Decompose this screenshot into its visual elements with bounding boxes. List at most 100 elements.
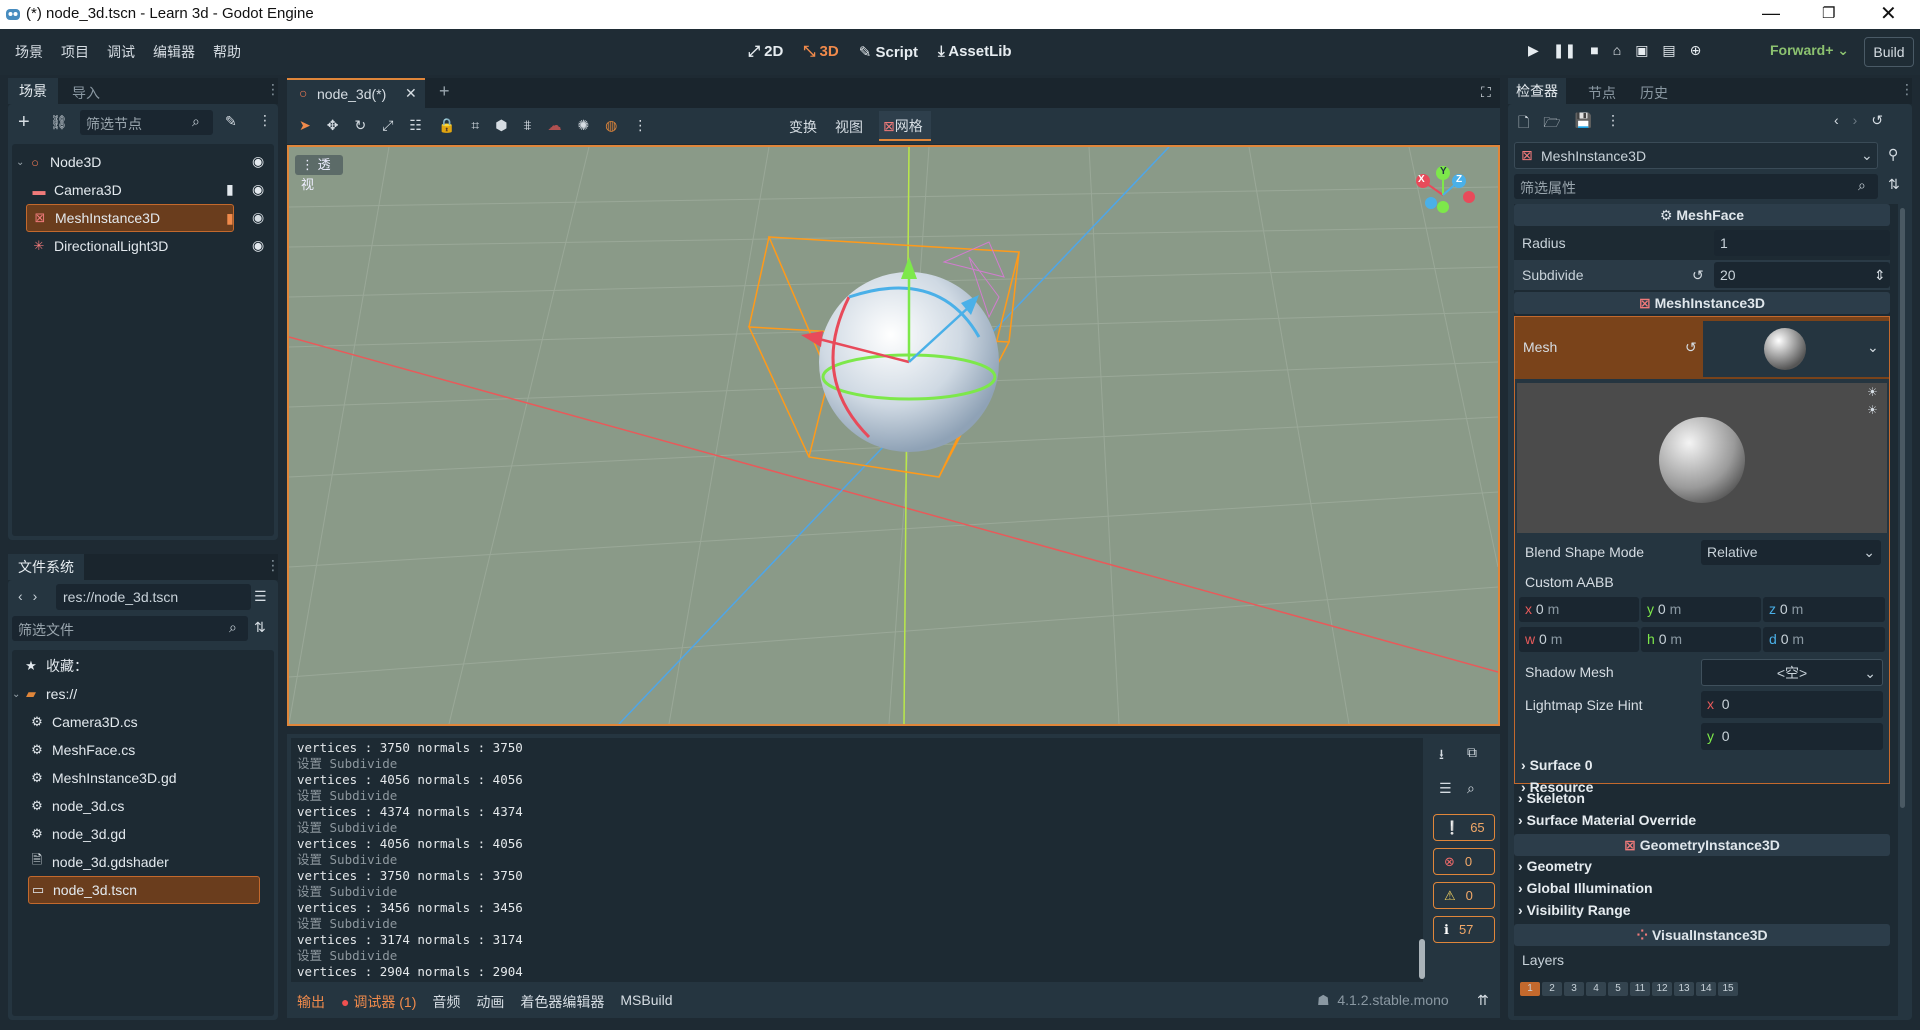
file-item[interactable]: ⚙ node_3d.cs (28, 792, 124, 820)
scale-tool-icon[interactable]: ⤢ (382, 117, 393, 134)
file-item[interactable]: 🗎 node_3d.gdshader (28, 848, 169, 876)
file-item[interactable]: ⚙ Camera3D.cs (28, 708, 137, 736)
remote-debug-icon[interactable]: ⌂ (1613, 42, 1621, 59)
blend-shape-select[interactable]: Relative ⌄ (1701, 540, 1881, 565)
group-visibility-range[interactable]: › Visibility Range (1518, 902, 1631, 918)
play-scene-icon[interactable]: ▣ (1635, 42, 1648, 59)
object-selector[interactable]: ⊠ MeshInstance3D ⌄ (1514, 142, 1878, 169)
subdivide-field[interactable]: 20 (1714, 262, 1890, 288)
favorites-item[interactable]: ★ 收藏： (22, 652, 88, 680)
group-surface-0[interactable]: › Surface 0 (1521, 757, 1593, 773)
layer-toggle[interactable]: 2 (1542, 982, 1562, 996)
aabb-h-field[interactable]: h 0 m (1641, 627, 1761, 652)
spinner-icon[interactable]: ⇕ (1874, 267, 1886, 284)
copy-icon[interactable]: ⧉ (1467, 744, 1495, 768)
file-item[interactable]: ⚙ MeshFace.cs (28, 736, 135, 764)
revert-icon[interactable]: ↺ (1685, 339, 1697, 356)
tab-msbuild[interactable]: MSBuild (620, 992, 672, 1012)
tab-debugger[interactable]: ● 调试器 (1) (341, 992, 416, 1012)
forward-icon[interactable]: › (1853, 112, 1858, 129)
layer-toggle[interactable]: 14 (1696, 982, 1716, 996)
layer-toggle[interactable]: 13 (1674, 982, 1694, 996)
local-space-icon[interactable]: ⬢ (495, 117, 507, 134)
script-icon[interactable]: ▮ (226, 210, 234, 227)
light2-icon[interactable]: ☀ (1867, 403, 1878, 417)
snap-icon[interactable]: ⩨ (524, 117, 532, 134)
revert-icon[interactable]: ↺ (1692, 267, 1704, 284)
3d-viewport[interactable]: ⋮ 透视 X Y Z (287, 145, 1500, 726)
group-surface-material-override[interactable]: › Surface Material Override (1518, 812, 1696, 828)
play-custom-scene-icon[interactable]: ▤ (1662, 42, 1675, 59)
layer-toggle[interactable]: 5 (1608, 982, 1628, 996)
select-tool-icon[interactable]: ➤ (299, 117, 311, 134)
movie-maker-icon[interactable]: ⊕ (1690, 42, 1702, 59)
workspace-script-button[interactable]: ✎ Script (859, 43, 918, 61)
close-tab-icon[interactable]: ✕ (405, 85, 417, 102)
menu-mesh[interactable]: ⊠网格 (879, 111, 931, 141)
minimize-button[interactable]: — (1762, 3, 1780, 24)
log-scrollbar[interactable] (1419, 939, 1425, 979)
visibility-eye-icon[interactable]: ◉ (252, 153, 264, 170)
menu-project[interactable]: 项目 (61, 42, 89, 62)
lightmap-y-field[interactable]: y 0 (1701, 723, 1883, 750)
messages-filter-button[interactable]: ❕ 65 (1433, 814, 1495, 841)
layers-grid[interactable]: 1 2 3 4 5 11 12 13 14 15 (1520, 982, 1738, 996)
link-icon[interactable]: ⛓ (50, 114, 68, 131)
back-icon[interactable]: ‹ (18, 588, 23, 604)
output-log[interactable]: vertices : 3750 normals : 3750 设置 Subdivi… (291, 738, 1423, 982)
open-resource-icon[interactable]: 🗁 (1543, 112, 1560, 136)
distraction-free-icon[interactable]: ⛶ (1481, 84, 1491, 101)
renderer-select[interactable]: Forward+ ⌄ (1770, 42, 1849, 59)
dock-menu-icon[interactable]: ⋮ (1900, 81, 1912, 98)
script-icon[interactable]: ▮ (226, 181, 234, 198)
layer-toggle[interactable]: 1 (1520, 982, 1540, 996)
play-icon[interactable]: ▶ (1528, 42, 1539, 59)
tree-item-node3d[interactable]: ⌄ ○ Node3D ◉ (16, 148, 270, 176)
workspace-3d-button[interactable]: ⤡ 3D (803, 43, 838, 61)
menu-editor[interactable]: 编辑器 (153, 42, 195, 62)
group-global-illumination[interactable]: › Global Illumination (1518, 880, 1653, 896)
restore-button[interactable]: ❐ (1822, 4, 1835, 22)
mesh-resource-picker[interactable]: ⌄ (1703, 321, 1889, 377)
dock-menu-icon[interactable]: ⋮ (266, 557, 280, 574)
aabb-z-field[interactable]: z 0 m (1763, 597, 1885, 622)
layer-toggle[interactable]: 12 (1652, 982, 1672, 996)
tab-scene[interactable]: 场景 (8, 78, 58, 104)
node-filter-input[interactable]: 筛选节点 ⌕ (80, 110, 213, 135)
file-item-selected[interactable]: ▭ node_3d.tscn (28, 876, 260, 904)
search-icon[interactable]: ⌕ (1467, 780, 1495, 797)
menu-help[interactable]: 帮助 (213, 42, 241, 62)
scene-tab-node3d[interactable]: ○ node_3d(*) ✕ (287, 78, 425, 108)
recent-history-icon[interactable]: ↺ (1871, 112, 1883, 129)
info-filter-button[interactable]: ℹ 57 (1433, 916, 1495, 943)
radius-field[interactable]: 1 (1714, 230, 1890, 256)
new-resource-icon[interactable]: 🗋 (1518, 112, 1529, 136)
tab-inspector[interactable]: 检查器 (1508, 78, 1566, 104)
group-icon[interactable]: ⌗ (471, 117, 479, 134)
visibility-eye-icon[interactable]: ◉ (252, 181, 264, 198)
more-options-icon[interactable]: ⋮ (633, 117, 647, 134)
tab-node[interactable]: 节点 (1588, 83, 1616, 103)
inspector-scrollbar[interactable] (1900, 208, 1905, 808)
list-select-icon[interactable]: ☷ (409, 117, 422, 134)
perspective-menu[interactable]: ⋮ 透视 (295, 155, 343, 192)
group-skeleton[interactable]: › Skeleton (1518, 790, 1585, 806)
object-properties-icon[interactable]: ⚲ (1888, 146, 1898, 163)
visibility-eye-icon[interactable]: ◉ (252, 209, 264, 226)
tab-import[interactable]: 导入 (72, 83, 100, 103)
aabb-w-field[interactable]: w 0 m (1519, 627, 1639, 652)
layer-toggle[interactable]: 15 (1718, 982, 1738, 996)
tab-shader-editor[interactable]: 着色器编辑器 (520, 992, 604, 1012)
build-button[interactable]: Build (1864, 37, 1914, 67)
file-filter-input[interactable]: 筛选文件 ⌕ (12, 616, 248, 641)
close-window-button[interactable]: ✕ (1880, 1, 1897, 26)
stop-icon[interactable]: ■ (1590, 42, 1598, 59)
back-icon[interactable]: ‹ (1834, 112, 1839, 129)
environment-icon[interactable]: ◍ (605, 117, 617, 134)
light1-icon[interactable]: ☀ (1867, 385, 1878, 399)
dock-menu-icon[interactable]: ⋮ (266, 81, 280, 98)
scene-options-icon[interactable]: ⋮ (258, 112, 272, 129)
script-attach-icon[interactable]: ✎ (225, 113, 237, 130)
move-tool-icon[interactable]: ✥ (327, 117, 339, 134)
tree-item-camera3d[interactable]: ▬ Camera3D ▮ ◉ (26, 176, 270, 204)
